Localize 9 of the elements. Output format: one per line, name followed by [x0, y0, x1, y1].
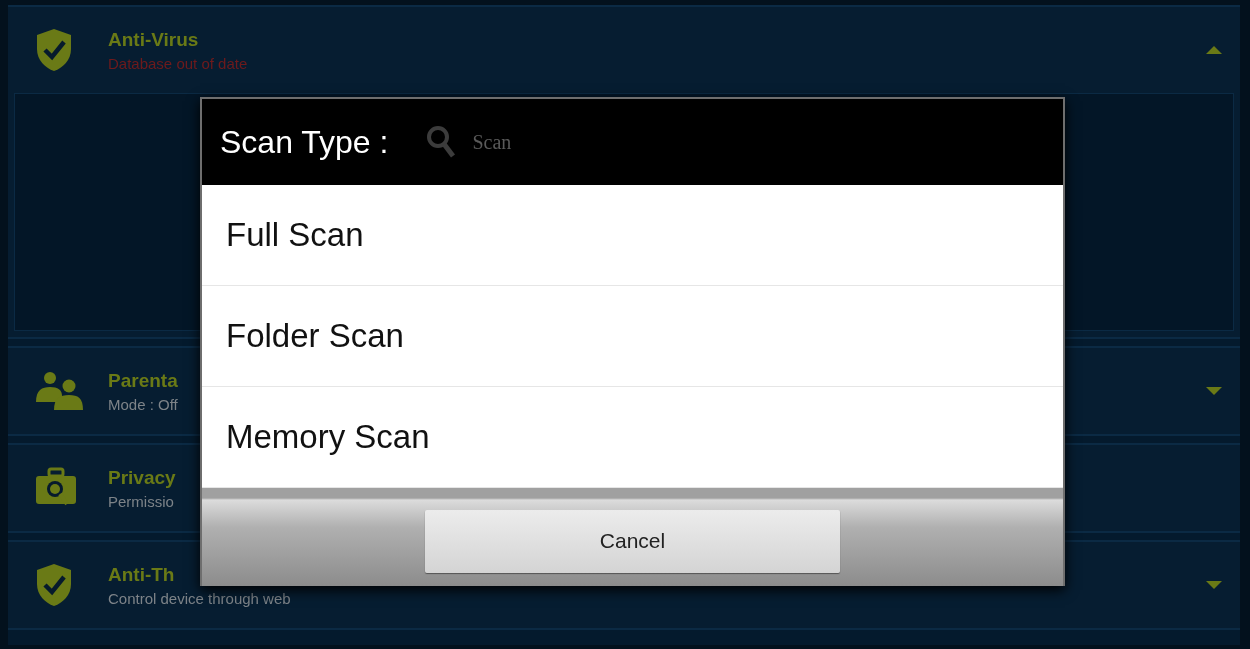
- feature-title: Anti-Th: [108, 563, 176, 586]
- feature-title: Privacy: [108, 466, 177, 489]
- feature-status: Permissio: [108, 492, 175, 510]
- feature-status: Mode : Off: [108, 395, 179, 413]
- dialog-title: Scan Type :: [220, 123, 389, 161]
- feature-status: Control device through web: [108, 589, 292, 607]
- feature-title: Anti-Virus: [108, 28, 200, 51]
- feature-title: Parenta: [108, 369, 179, 392]
- status-warning: Database out of date: [108, 54, 249, 72]
